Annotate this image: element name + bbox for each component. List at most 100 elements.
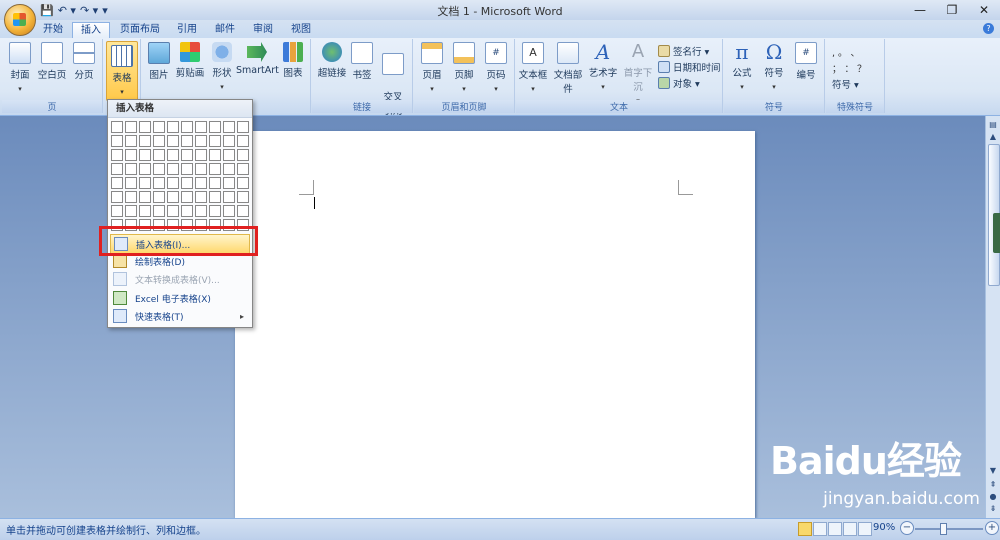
equation-button[interactable]: π 公式 ▾ [728,42,756,91]
table-grid-cell[interactable] [125,191,137,203]
table-grid-cell[interactable] [167,177,179,189]
table-grid-cell[interactable] [139,205,151,217]
table-grid-cell[interactable] [223,163,235,175]
table-grid-cell[interactable] [125,149,137,161]
header-button[interactable]: 页眉 ▾ [418,42,446,93]
table-grid-cell[interactable] [153,177,165,189]
clip-art-button[interactable]: 剪贴画 [174,42,206,79]
tab-review[interactable]: 审阅 [246,22,280,38]
table-grid-cell[interactable] [195,205,207,217]
full-screen-reading-icon[interactable] [813,522,827,536]
table-grid-cell[interactable] [209,177,221,189]
table-grid-cell[interactable] [223,135,235,147]
table-grid-cell[interactable] [111,135,123,147]
numbering-button[interactable]: # 编号 [792,42,820,81]
table-grid-cell[interactable] [195,149,207,161]
table-grid-cell[interactable] [209,135,221,147]
table-grid-cell[interactable] [167,191,179,203]
table-grid-cell[interactable] [167,205,179,217]
tab-insert[interactable]: 插入 [72,22,110,39]
text-box-button[interactable]: A 文本框 ▾ [518,42,548,93]
cover-page-button[interactable]: 封面 ▾ [6,42,34,93]
table-grid-cell[interactable] [237,121,249,133]
table-grid-cell[interactable] [223,205,235,217]
punctuation-row-2[interactable]: ； ： ？ [832,61,867,75]
page-break-button[interactable]: 分页 [70,42,98,81]
bookmark-button[interactable]: 书签 [350,42,374,81]
tab-view[interactable]: 视图 [284,22,318,38]
table-grid-cell[interactable] [111,121,123,133]
tab-references[interactable]: 引用 [170,22,204,38]
browse-object-icon[interactable]: ● [987,492,999,501]
table-grid-cell[interactable] [223,177,235,189]
table-grid-cell[interactable] [139,163,151,175]
zoom-level[interactable]: 90% [873,522,895,533]
table-grid-cell[interactable] [237,135,249,147]
table-grid-cell[interactable] [167,149,179,161]
table-grid-cell[interactable] [209,205,221,217]
table-grid-cell[interactable] [139,135,151,147]
table-grid-cell[interactable] [153,149,165,161]
page-number-button[interactable]: # 页码 ▾ [482,42,510,93]
table-grid-cell[interactable] [125,205,137,217]
date-time-button[interactable]: 日期和时间 [658,60,721,74]
wordart-button[interactable]: A 艺术字 ▾ [588,42,618,91]
table-grid-cell[interactable] [111,191,123,203]
table-grid-cell[interactable] [125,177,137,189]
table-grid-cell[interactable] [195,121,207,133]
table-grid-cell[interactable] [111,163,123,175]
table-grid-cell[interactable] [195,163,207,175]
table-grid-cell[interactable] [223,121,235,133]
table-grid-cell[interactable] [209,163,221,175]
zoom-slider-knob[interactable] [940,523,947,535]
vertical-scrollbar[interactable]: ▤ ▲ ▼ ⇞ ● ⇟ [985,116,1000,518]
ruler-toggle-icon[interactable]: ▤ [987,120,999,129]
table-grid-cell[interactable] [195,177,207,189]
smartart-button[interactable]: SmartArt [236,42,279,76]
object-button[interactable]: 对象 ▾ [658,76,700,90]
shapes-button[interactable]: 形状 ▾ [208,42,236,91]
table-grid-cell[interactable] [167,135,179,147]
table-grid-cell[interactable] [237,163,249,175]
print-layout-view-icon[interactable] [798,522,812,536]
table-grid-cell[interactable] [125,135,137,147]
table-grid-cell[interactable] [223,191,235,203]
table-button[interactable]: 表格 ▾ [106,41,138,101]
table-grid-cell[interactable] [153,163,165,175]
table-grid-cell[interactable] [223,149,235,161]
web-layout-icon[interactable] [828,522,842,536]
tab-home[interactable]: 开始 [36,22,70,38]
table-grid-cell[interactable] [111,149,123,161]
table-grid-cell[interactable] [209,121,221,133]
table-grid-cell[interactable] [195,191,207,203]
menu-excel-spreadsheet[interactable]: Excel 电子表格(X) [110,289,250,307]
table-grid-cell[interactable] [181,135,193,147]
table-grid-cell[interactable] [125,163,137,175]
next-page-icon[interactable]: ⇟ [987,504,999,513]
zoom-slider[interactable] [915,528,983,530]
menu-convert-text-to-table[interactable]: 文本转换成表格(V)... [110,270,250,288]
table-size-grid[interactable] [111,121,249,231]
menu-quick-tables[interactable]: 快速表格(T) ▸ [110,307,250,325]
tab-mailings[interactable]: 邮件 [208,22,242,38]
table-grid-cell[interactable] [153,191,165,203]
table-grid-cell[interactable] [181,121,193,133]
close-button[interactable]: ✕ [968,0,1000,20]
table-grid-cell[interactable] [125,121,137,133]
table-grid-cell[interactable] [167,121,179,133]
table-grid-cell[interactable] [237,205,249,217]
hyperlink-button[interactable]: 超链接 [316,42,348,79]
blank-page-button[interactable]: 空白页 [36,42,68,81]
side-panel-tab[interactable] [993,213,1000,253]
special-symbol-button[interactable]: 符号 ▾ [832,77,859,91]
draft-view-icon[interactable] [858,522,872,536]
tab-page-layout[interactable]: 页面布局 [114,22,166,38]
symbol-button[interactable]: Ω 符号 ▾ [760,42,788,91]
zoom-in-icon[interactable]: + [985,521,999,535]
footer-button[interactable]: 页脚 ▾ [450,42,478,93]
table-grid-cell[interactable] [195,135,207,147]
table-grid-cell[interactable] [181,149,193,161]
scroll-down-icon[interactable]: ▼ [987,466,999,475]
picture-button[interactable]: 图片 [146,42,172,81]
office-button[interactable] [4,4,36,36]
